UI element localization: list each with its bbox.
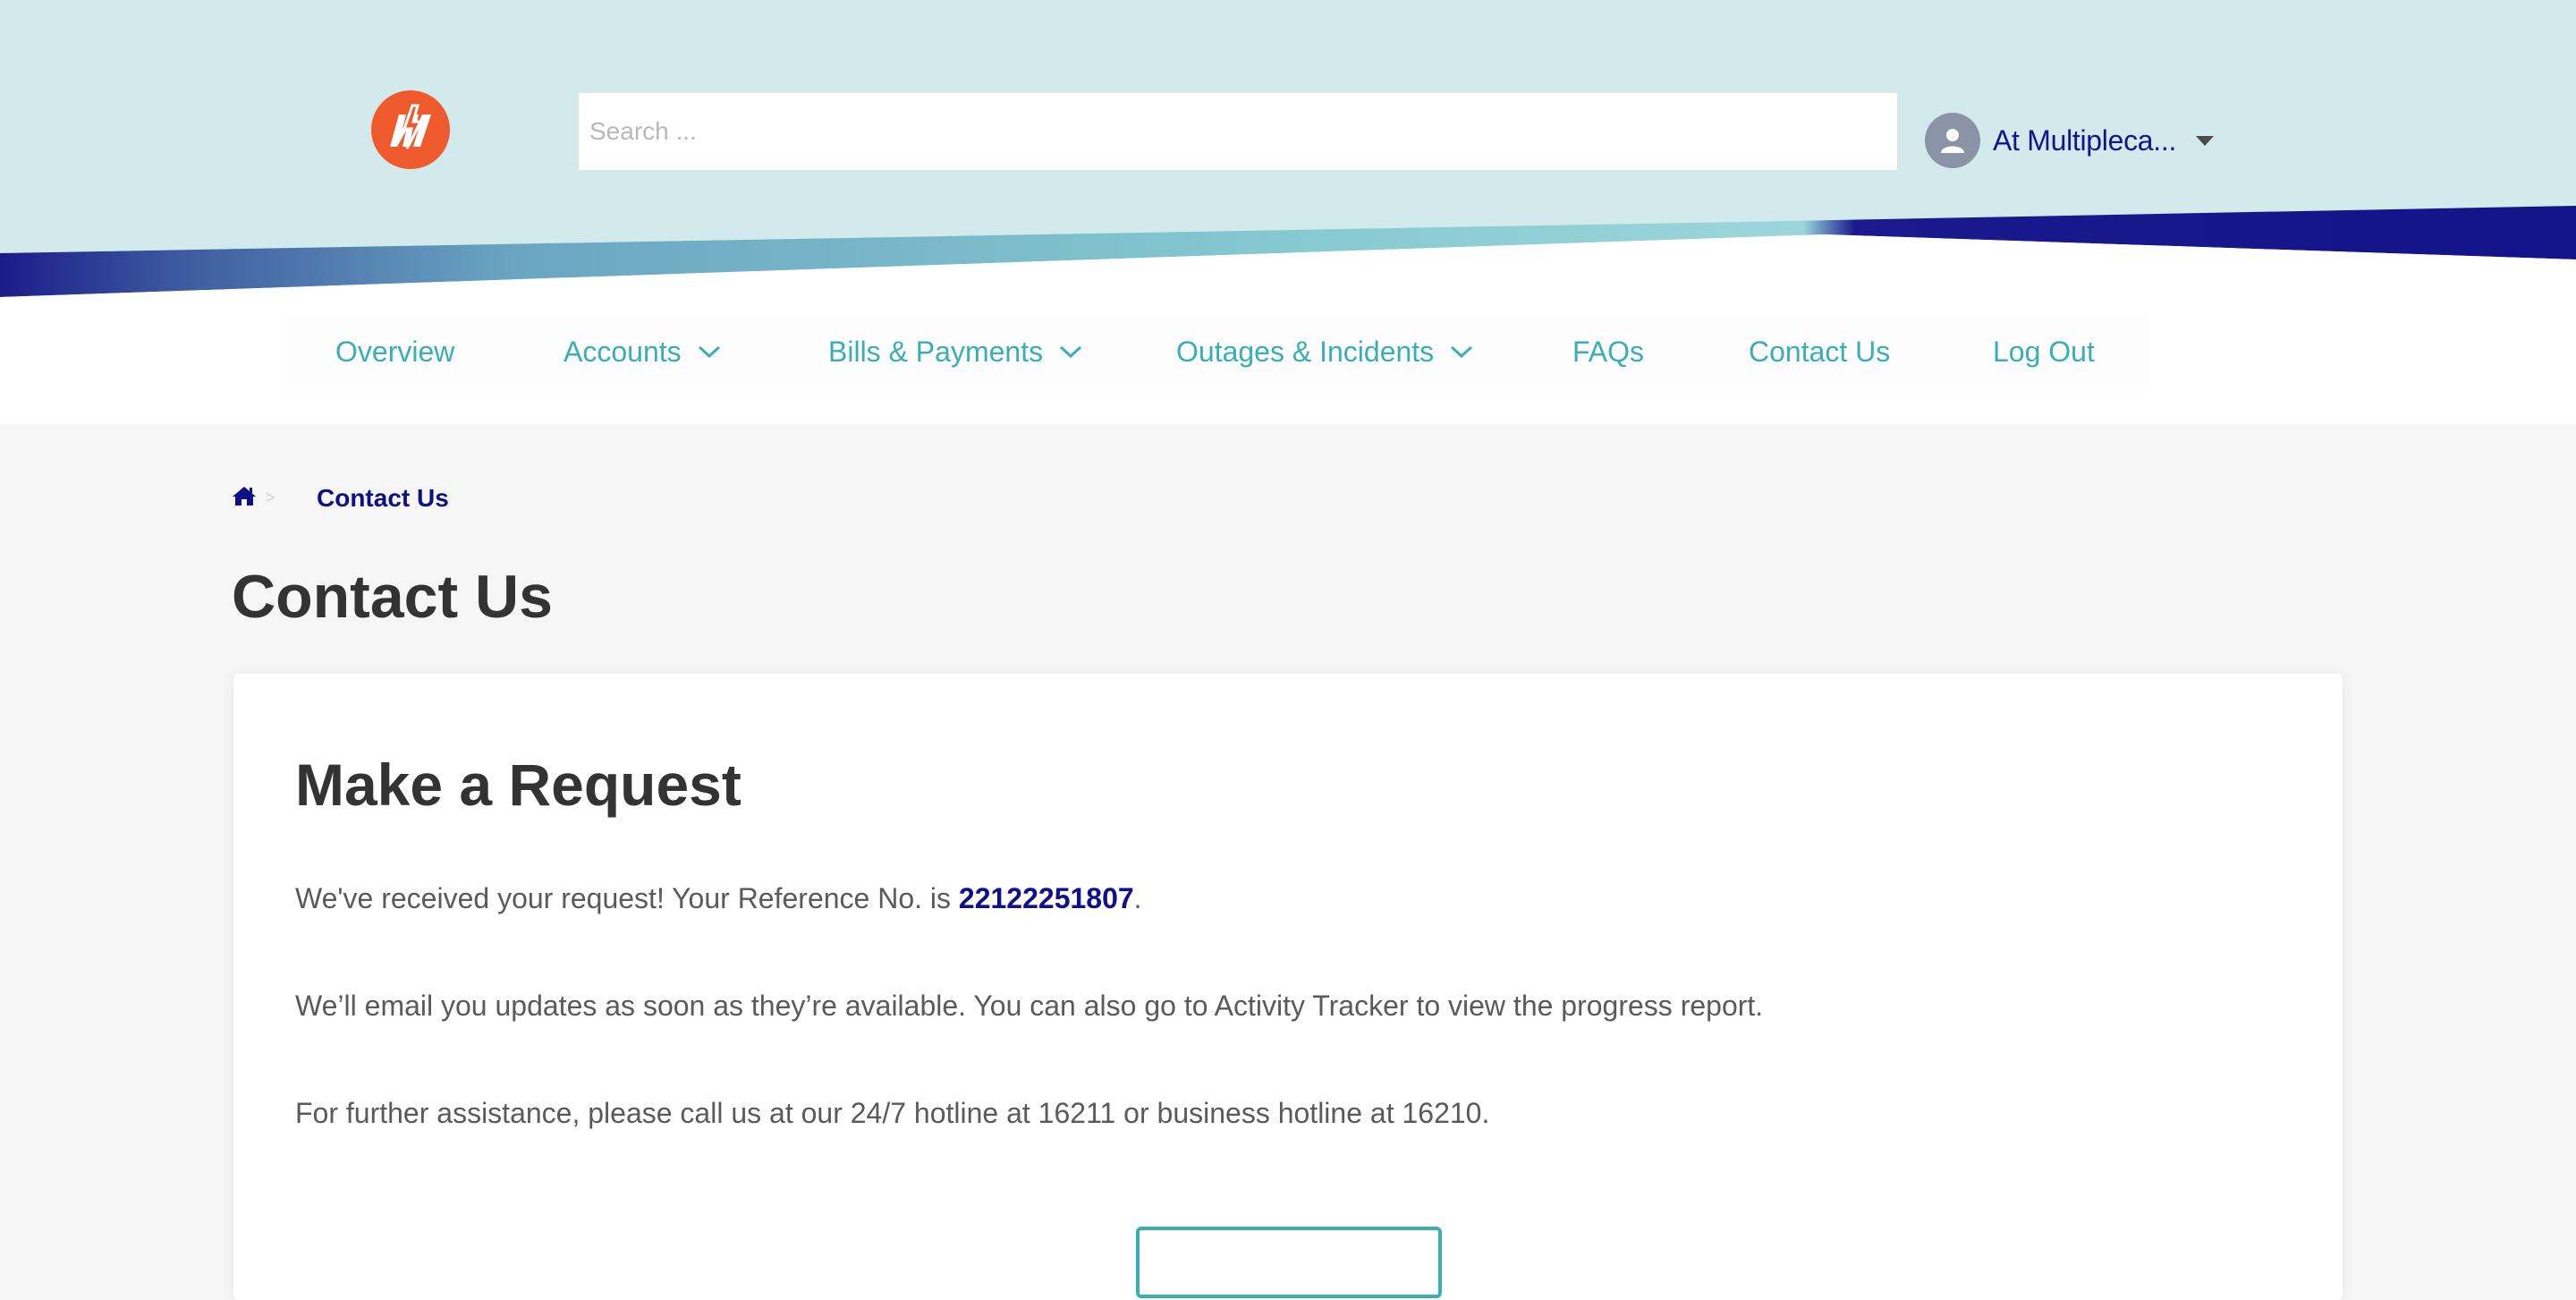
nav-outages-incidents[interactable]: Outages & Incidents [1176, 315, 1473, 388]
chevron-down-icon [698, 344, 721, 359]
chevron-down-icon [1059, 344, 1082, 359]
user-name: At Multipleca... [1993, 123, 2177, 157]
brand-logo[interactable] [371, 90, 450, 169]
search-input[interactable] [578, 92, 1898, 171]
page-title: Contact Us [232, 563, 553, 631]
nav-overview[interactable]: Overview [335, 315, 454, 388]
nav-overview-label: Overview [335, 335, 455, 368]
request-card: Make a Request We've received your reque… [233, 674, 2343, 1300]
received-message: We've received your request! Your Refere… [295, 882, 1142, 915]
received-suffix: . [1133, 882, 1142, 914]
user-menu[interactable]: At Multipleca... [1925, 111, 2215, 170]
nav-faqs[interactable]: FAQs [1572, 315, 1644, 388]
breadcrumb: > Contact Us [232, 480, 449, 515]
assistance-message: For further assistance, please call us a… [295, 1097, 1490, 1129]
caret-down-icon [2196, 135, 2215, 146]
lightning-bolt-logo-icon [390, 104, 431, 149]
nav-outages-incidents-label: Outages & Incidents [1176, 335, 1435, 368]
breadcrumb-current: Contact Us [317, 484, 449, 512]
user-avatar-icon [1925, 113, 1980, 168]
card-title: Make a Request [295, 752, 741, 818]
nav-contact-us[interactable]: Contact Us [1749, 315, 1890, 388]
received-prefix: We've received your request! Your Refere… [295, 882, 959, 914]
breadcrumb-separator: > [266, 488, 275, 506]
chevron-down-icon [1450, 344, 1473, 359]
nav-log-out[interactable]: Log Out [1993, 315, 2095, 388]
updates-message: We’ll email you updates as soon as they’… [295, 990, 1764, 1022]
reference-number: 22122251807 [958, 882, 1134, 914]
site-header: At Multipleca... [0, 0, 2576, 304]
nav-faqs-label: FAQs [1572, 335, 1645, 368]
nav-bills-payments-label: Bills & Payments [828, 335, 1044, 368]
nav-accounts[interactable]: Accounts [564, 315, 721, 388]
nav-log-out-label: Log Out [1993, 335, 2095, 368]
home-icon[interactable] [232, 485, 257, 511]
nav-accounts-label: Accounts [564, 335, 682, 368]
nav-bills-payments[interactable]: Bills & Payments [828, 315, 1082, 388]
card-action-button[interactable] [1136, 1227, 1442, 1298]
main-nav: Overview Accounts Bills & Payments Outag… [282, 315, 2149, 388]
nav-contact-us-label: Contact Us [1749, 335, 1891, 368]
